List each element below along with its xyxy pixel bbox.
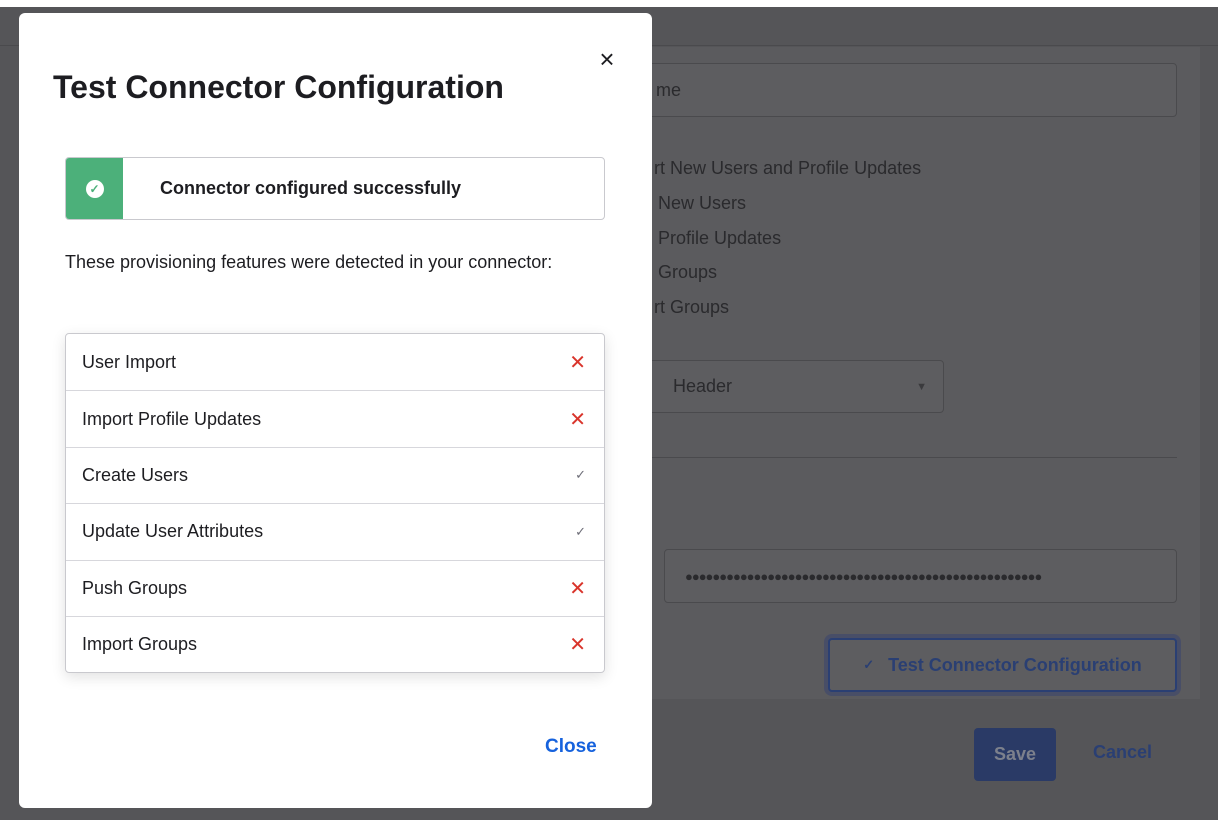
- option-groups[interactable]: Groups: [658, 262, 717, 283]
- close-button[interactable]: Close: [545, 736, 597, 758]
- option-import-groups[interactable]: rt Groups: [654, 297, 729, 318]
- features-description: These provisioning features were detecte…: [65, 252, 553, 272]
- check-circle-icon: ✓: [85, 179, 104, 198]
- option-new-users[interactable]: New Users: [658, 193, 746, 214]
- feature-row: Update User Attributes ✓: [66, 503, 604, 559]
- x-icon: ✕: [569, 351, 586, 374]
- option-profile-updates[interactable]: Profile Updates: [658, 228, 781, 249]
- check-icon: ✓: [863, 657, 875, 672]
- name-field[interactable]: me: [600, 63, 1177, 117]
- feature-label: User Import: [82, 351, 177, 372]
- feature-label: Import Groups: [82, 634, 198, 655]
- x-icon: ✕: [569, 577, 586, 600]
- save-button[interactable]: Save: [974, 728, 1056, 781]
- success-alert: ✓ Connector configured successfully: [65, 157, 605, 220]
- modal-title: Test Connector Configuration: [53, 69, 504, 105]
- check-icon: ✓: [575, 523, 586, 539]
- dropdown-arrow-icon: ▼: [916, 380, 927, 393]
- feature-row: User Import ✕: [66, 334, 604, 390]
- option-import-new-users-profile[interactable]: rt New Users and Profile Updates: [654, 158, 921, 179]
- x-icon: ✕: [569, 408, 586, 431]
- feature-label: Update User Attributes: [82, 521, 264, 542]
- cancel-button[interactable]: Cancel: [1093, 742, 1152, 763]
- api-token-field[interactable]: ●●●●●●●●●●●●●●●●●●●●●●●●●●●●●●●●●●●●●●●●…: [664, 549, 1177, 603]
- feature-label: Push Groups: [82, 577, 188, 598]
- test-connector-modal: × Test Connector Configuration ✓ Connect…: [19, 13, 652, 808]
- alert-bar: ✓: [66, 158, 123, 219]
- section-divider: [600, 457, 1177, 458]
- close-icon[interactable]: ×: [595, 46, 619, 72]
- feature-row: Push Groups ✕: [66, 559, 604, 616]
- feature-row: Import Groups ✕: [66, 615, 604, 672]
- feature-label: Create Users: [82, 464, 189, 485]
- feature-row: Create Users ✓: [66, 446, 604, 503]
- feature-row: Import Profile Updates ✕: [66, 390, 604, 446]
- test-connector-button[interactable]: ✓ Test Connector Configuration: [828, 638, 1177, 692]
- x-icon: ✕: [569, 634, 586, 657]
- check-icon: ✓: [575, 467, 586, 483]
- alert-message: Connector configured successfully: [160, 178, 462, 198]
- features-list: User Import ✕ Import Profile Updates ✕ Creat…: [65, 333, 605, 674]
- feature-label: Import Profile Updates: [82, 408, 262, 429]
